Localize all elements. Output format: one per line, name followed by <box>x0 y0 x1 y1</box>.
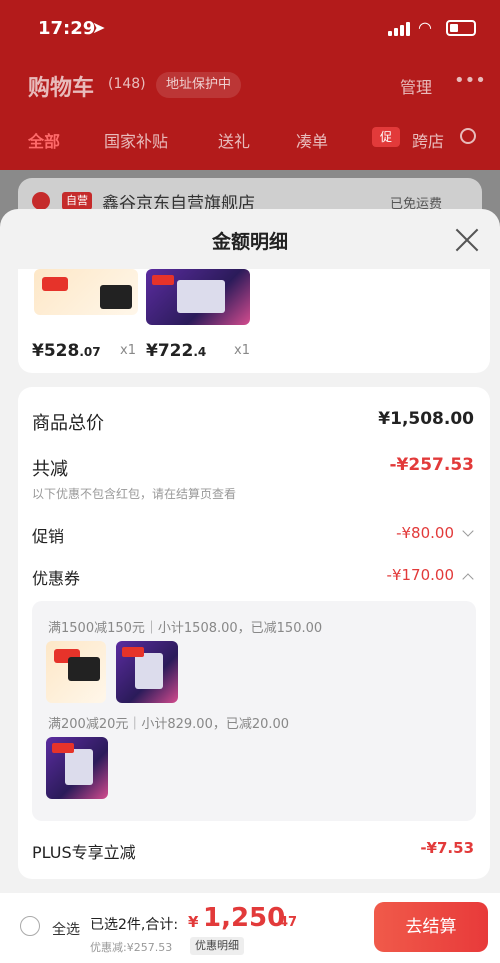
item-price-2: ¥722.4 <box>146 341 207 361</box>
address-protection-pill[interactable]: 地址保护中 <box>156 72 242 98</box>
reduce-note: 以下优惠不包含红包，请在结算页查看 <box>32 487 237 501</box>
wifi-icon: ◠ <box>418 18 432 37</box>
item-price-1: ¥528.07 <box>32 341 101 361</box>
promo-value[interactable]: -¥80.00 <box>396 524 454 542</box>
total-amount: 1,250 <box>203 903 286 933</box>
discount-summary: 优惠减:¥257.53 <box>90 941 173 954</box>
sheet-title: 金额明细 <box>211 231 288 253</box>
self-operated-tag: 自营 <box>62 192 92 210</box>
search-icon[interactable] <box>460 128 476 144</box>
coupon-label: 优惠券 <box>32 569 81 588</box>
discount-detail-button[interactable]: 优惠明细 <box>190 937 244 955</box>
select-all-checkbox[interactable] <box>20 916 40 936</box>
total-label: 商品总价 <box>32 413 104 434</box>
app-root: 17:29 ➤ ◠ 购物车 (148) 地址保护中 管理 ••• 全部 国家补贴… <box>0 0 500 963</box>
checkout-button[interactable]: 去结算 <box>374 902 488 952</box>
cart-tabs: 全部 国家补贴 送礼 凑单 促 跨店 <box>0 112 500 162</box>
shop-checkbox[interactable] <box>32 192 50 210</box>
location-arrow-icon: ➤ <box>92 18 106 37</box>
total-currency: ¥ <box>188 913 199 931</box>
chevron-up-icon[interactable] <box>462 573 474 585</box>
item-qty-2: x1 <box>234 343 250 358</box>
cellular-signal-icon <box>388 22 414 36</box>
page-title: 购物车 <box>28 76 95 101</box>
tab-national-subsidy[interactable]: 国家补贴 <box>104 128 168 152</box>
tab-bundle[interactable]: 凑单 <box>296 128 328 152</box>
psu-product-thumbnail[interactable] <box>34 269 138 315</box>
selected-summary: 已选2件,合计: <box>90 917 179 933</box>
total-value: ¥1,508.00 <box>378 409 474 429</box>
motherboard-coupon-thumbnail <box>116 641 178 703</box>
reduce-label: 共减 <box>32 459 68 480</box>
status-time: 17:29 <box>38 18 96 39</box>
chevron-down-icon[interactable] <box>462 525 474 537</box>
tab-all[interactable]: 全部 <box>28 128 60 152</box>
tab-cross-store[interactable]: 跨店 <box>412 128 444 152</box>
checkout-bar: 全选 已选2件,合计: ¥ 1,250 .47 优惠减:¥257.53 优惠明细… <box>0 893 500 963</box>
coupon-line-2: 满200减20元｜小计829.00，已减20.00 <box>48 717 290 732</box>
more-icon[interactable]: ••• <box>454 70 486 91</box>
plus-discount-label: PLUS专享立减 <box>32 843 136 862</box>
coupon-line-1: 满1500减150元｜小计1508.00，已减150.00 <box>48 621 323 636</box>
item-qty-1: x1 <box>120 343 136 358</box>
cart-header: 购物车 (148) 地址保护中 管理 ••• <box>0 60 500 108</box>
motherboard-coupon-thumbnail-2 <box>46 737 108 799</box>
close-icon[interactable] <box>454 227 480 253</box>
tab-gift[interactable]: 送礼 <box>218 128 250 152</box>
selected-items-card: ¥528.07 x1 ¥722.4 x1 <box>18 269 490 373</box>
promo-badge: 促 <box>372 127 400 147</box>
manage-button[interactable]: 管理 <box>400 74 432 98</box>
select-all-label[interactable]: 全选 <box>52 919 80 939</box>
coupon-detail-box: 满1500减150元｜小计1508.00，已减150.00 满200减20元｜小… <box>32 601 476 821</box>
psu-coupon-thumbnail <box>46 641 106 703</box>
plus-discount-value: -¥7.53 <box>420 839 474 857</box>
motherboard-product-thumbnail[interactable] <box>146 269 250 325</box>
cart-count: (148) <box>108 76 146 92</box>
reduce-value: -¥257.53 <box>389 455 475 475</box>
battery-icon <box>446 20 476 36</box>
status-bar: 17:29 ➤ ◠ <box>0 0 500 56</box>
total-cents: .47 <box>274 915 298 930</box>
amount-detail-sheet: 金额明细 ¥528.07 x1 ¥722.4 x1 商品总价 ¥1,508.00… <box>0 209 500 963</box>
coupon-value[interactable]: -¥170.00 <box>387 566 454 584</box>
price-breakdown-card: 商品总价 ¥1,508.00 共减 -¥257.53 以下优惠不包含红包，请在结… <box>18 387 490 879</box>
promo-label: 促销 <box>32 527 65 546</box>
